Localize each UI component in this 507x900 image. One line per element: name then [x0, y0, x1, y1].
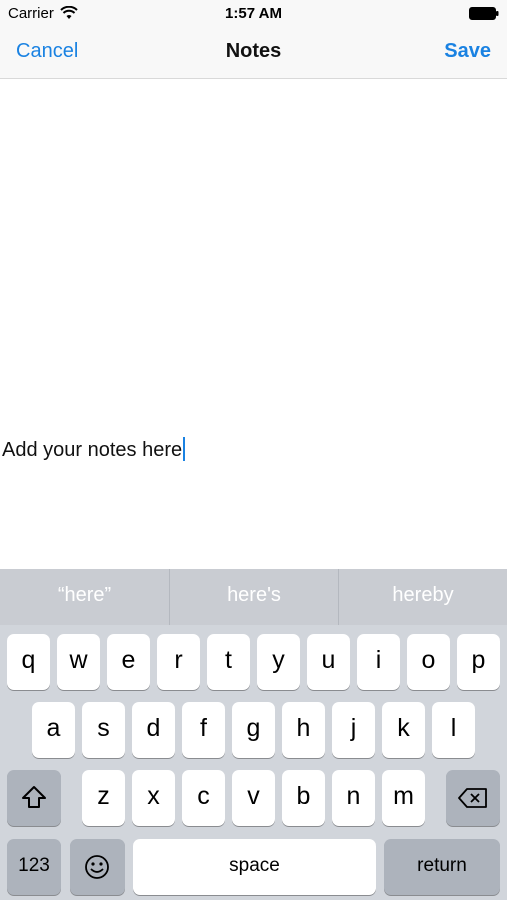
- shift-icon: [22, 786, 46, 808]
- key-x[interactable]: x: [132, 770, 175, 826]
- page-title: Notes: [225, 40, 282, 62]
- delete-key[interactable]: [446, 770, 500, 826]
- key-t[interactable]: t: [207, 634, 250, 690]
- delete-icon: [458, 788, 487, 808]
- keyboard: “here” here's hereby q w e r t y u i o p…: [0, 569, 507, 900]
- key-u[interactable]: u: [307, 634, 350, 690]
- key-n[interactable]: n: [332, 770, 375, 826]
- key-y[interactable]: y: [257, 634, 300, 690]
- key-d[interactable]: d: [132, 702, 175, 758]
- save-button[interactable]: Save: [444, 40, 491, 63]
- key-r[interactable]: r: [157, 634, 200, 690]
- notes-text: Add your notes here: [2, 437, 186, 462]
- key-m[interactable]: m: [382, 770, 425, 826]
- key-c[interactable]: c: [182, 770, 225, 826]
- key-j[interactable]: j: [332, 702, 375, 758]
- key-w[interactable]: w: [57, 634, 100, 690]
- key-l[interactable]: l: [432, 702, 475, 758]
- key-k[interactable]: k: [382, 702, 425, 758]
- key-b[interactable]: b: [282, 770, 325, 826]
- emoji-icon: [85, 855, 109, 879]
- key-s[interactable]: s: [82, 702, 125, 758]
- key-v[interactable]: v: [232, 770, 275, 826]
- return-key[interactable]: return: [384, 839, 500, 895]
- notes-text-area[interactable]: Add your notes here: [0, 80, 507, 569]
- numbers-key[interactable]: 123: [7, 839, 61, 895]
- suggestion-3[interactable]: hereby: [338, 569, 507, 625]
- key-a[interactable]: a: [32, 702, 75, 758]
- status-bar: Carrier 1:57 AM: [0, 0, 507, 28]
- key-z[interactable]: z: [82, 770, 125, 826]
- shift-key[interactable]: [7, 770, 61, 826]
- battery-icon: [469, 7, 499, 20]
- space-key[interactable]: space: [133, 839, 376, 895]
- key-e[interactable]: e: [107, 634, 150, 690]
- suggestion-1[interactable]: “here”: [0, 569, 169, 625]
- key-g[interactable]: g: [232, 702, 275, 758]
- navigation-bar: Cancel Notes Save: [0, 28, 507, 79]
- status-time: 1:57 AM: [225, 5, 282, 22]
- notes-text-content: Add your notes here: [2, 439, 183, 461]
- key-f[interactable]: f: [182, 702, 225, 758]
- suggestion-2[interactable]: here's: [169, 569, 338, 625]
- text-cursor: [183, 437, 186, 461]
- key-h[interactable]: h: [282, 702, 325, 758]
- emoji-key[interactable]: [70, 839, 125, 895]
- suggestion-bar: “here” here's hereby: [0, 569, 507, 625]
- key-i[interactable]: i: [357, 634, 400, 690]
- key-o[interactable]: o: [407, 634, 450, 690]
- key-p[interactable]: p: [457, 634, 500, 690]
- key-q[interactable]: q: [7, 634, 50, 690]
